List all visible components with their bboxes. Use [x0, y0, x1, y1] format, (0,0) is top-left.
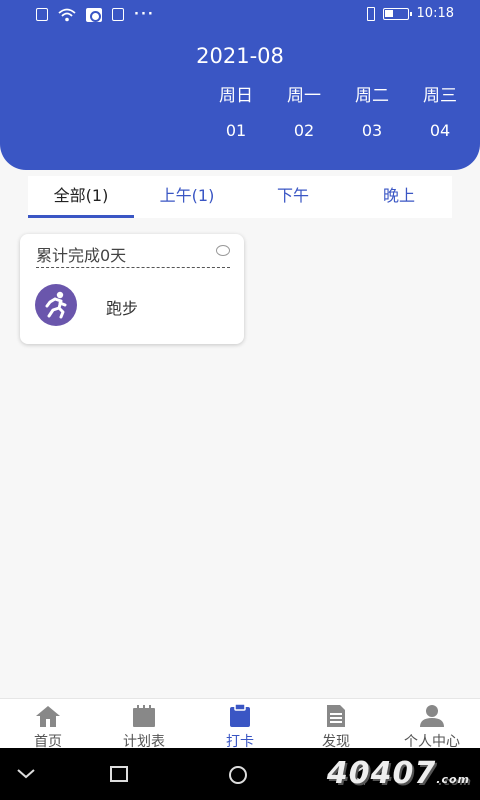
- search-app-icon: [86, 7, 102, 22]
- day-cell[interactable]: 周日 01: [202, 84, 270, 140]
- completion-count: 累计完成0天: [36, 246, 127, 265]
- nav-plan[interactable]: 计划表: [96, 699, 192, 750]
- radio-circle-icon[interactable]: [216, 245, 230, 256]
- date-number: 02: [293, 121, 315, 140]
- weekday-label: 周二: [355, 86, 389, 106]
- weekday-label: 周一: [287, 86, 321, 106]
- day-cell[interactable]: 周二 03: [338, 84, 406, 140]
- day-cell[interactable]: 周一 02: [270, 84, 338, 140]
- week-day-strip: 周日 01 周一 02 周二 03 周三 04: [202, 84, 474, 140]
- user-icon: [420, 705, 444, 727]
- chevron-down-icon[interactable]: [16, 768, 36, 780]
- nav-profile[interactable]: 个人中心: [384, 699, 480, 750]
- weekday-label: 周日: [219, 86, 253, 106]
- activity-name: 跑步: [106, 299, 139, 318]
- nav-checkin[interactable]: 打卡: [192, 699, 288, 750]
- date-number: 03: [361, 121, 383, 140]
- recent-apps-icon[interactable]: [110, 766, 128, 782]
- date-number: 01: [225, 121, 247, 140]
- status-icons-right: 10:18: [366, 6, 454, 21]
- document-icon: [327, 705, 345, 727]
- wifi-icon: [58, 8, 76, 21]
- clock: 10:18: [416, 6, 454, 21]
- running-icon: [35, 284, 77, 326]
- alert-icon: [36, 8, 48, 21]
- tab-all[interactable]: 全部(1): [28, 176, 134, 218]
- battery-icon: [382, 7, 412, 20]
- bottom-navigation: 首页 计划表 打卡 发现 个人中心: [0, 698, 480, 750]
- month-title[interactable]: 2021-08: [0, 44, 480, 68]
- status-icons-left: ···: [36, 7, 155, 22]
- watermark-logo: 40407.com: [326, 756, 470, 791]
- tab-morning[interactable]: 上午(1): [134, 176, 240, 218]
- tab-evening[interactable]: 晚上: [346, 176, 452, 218]
- day-cell[interactable]: 周三 04: [406, 84, 474, 140]
- status-bar: ··· 10:18: [0, 0, 480, 30]
- dashed-divider: [36, 267, 230, 268]
- date-number: 04: [429, 121, 451, 140]
- nav-home[interactable]: 首页: [0, 699, 96, 750]
- more-notifications-icon: ···: [134, 7, 155, 22]
- home-icon: [36, 706, 60, 727]
- clipboard-icon: [230, 704, 250, 727]
- sim-alert-icon: [112, 8, 124, 21]
- vibrate-icon: [366, 6, 375, 21]
- calendar-icon: [133, 705, 155, 727]
- tab-afternoon[interactable]: 下午: [240, 176, 346, 218]
- home-circle-icon[interactable]: [228, 765, 248, 785]
- habit-card[interactable]: 累计完成0天 跑步: [20, 234, 244, 344]
- time-filter-tabs: 全部(1) 上午(1) 下午 晚上: [28, 176, 452, 218]
- weekday-label: 周三: [423, 86, 457, 106]
- nav-discover[interactable]: 发现: [288, 699, 384, 750]
